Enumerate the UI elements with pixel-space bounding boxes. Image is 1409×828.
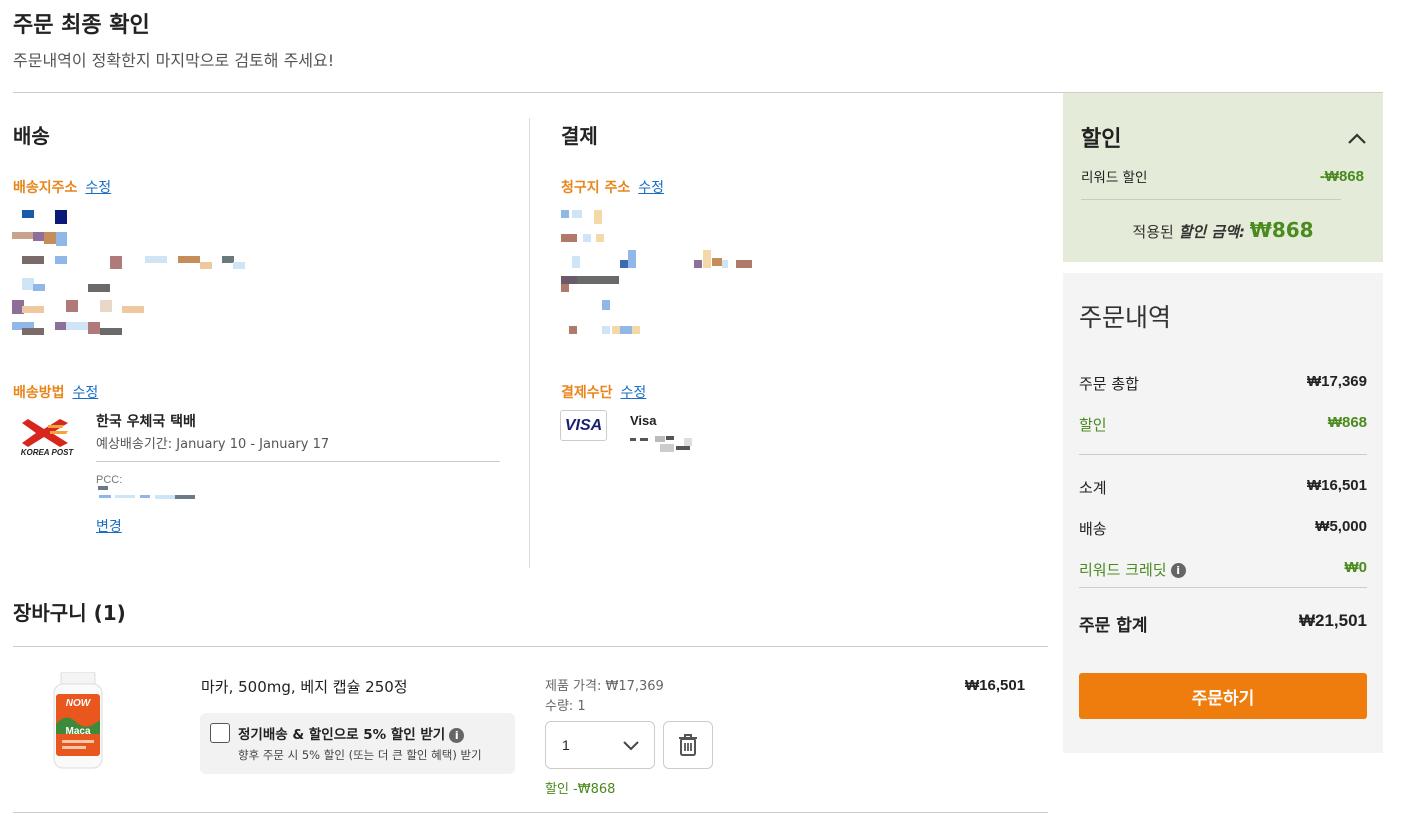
- autoship-label-row: 정기배송 & 할인으로 5% 할인 받기 i: [238, 723, 465, 743]
- edit-payment-method-link[interactable]: 수정: [621, 385, 647, 401]
- autoship-checkbox[interactable]: [210, 723, 230, 743]
- unit-price: 제품 가격: ₩17,369: [545, 679, 664, 694]
- reward-discount-label: 리워드 할인: [1081, 170, 1148, 186]
- cart-heading: 장바구니 (1): [13, 601, 126, 625]
- order-total-label: 주문 총합: [1079, 375, 1139, 393]
- info-icon[interactable]: i: [1170, 563, 1186, 578]
- column-divider: [529, 118, 530, 568]
- edit-shipping-method-link[interactable]: 수정: [73, 385, 99, 401]
- item-discount: 할인 -₩868: [545, 782, 616, 797]
- applied-amount: ₩868: [1249, 218, 1314, 242]
- payment-heading: 결제: [561, 124, 598, 148]
- summary-divider-2: [1079, 587, 1367, 588]
- reward-credit-row: 리워드 크레딧 i ₩0: [1079, 559, 1367, 580]
- summary-discount-value: ₩868: [1327, 414, 1367, 431]
- shipping-method-label: 배송방법 수정: [13, 382, 98, 402]
- grand-total-label: 주문 합계: [1079, 616, 1148, 636]
- quantity-label: 수량: 1: [545, 699, 586, 714]
- billing-address-label-text: 청구지 주소: [561, 180, 631, 196]
- summary-discount-row: 할인 ₩868: [1079, 414, 1367, 435]
- summary-divider-1: [1079, 454, 1367, 455]
- applied-label: 할인 금액:: [1178, 223, 1245, 241]
- summary-title: 주문내역: [1079, 303, 1172, 332]
- shipping-cost-label: 배송: [1079, 520, 1107, 538]
- autoship-description: 향후 주문 시 5% 할인 (또는 더 큰 할인 혜택) 받기: [238, 748, 482, 762]
- place-order-button[interactable]: 주문하기: [1079, 673, 1367, 719]
- product-name[interactable]: 마카, 500mg, 베지 캡슐 250정: [201, 676, 408, 697]
- order-summary-panel: 주문내역 주문 총합 ₩17,369 할인 ₩868 소계 ₩16,501 배송…: [1063, 273, 1383, 753]
- discount-title: 할인: [1081, 127, 1122, 152]
- page-subtitle: 주문내역이 정확한지 마지막으로 검토해 주세요!: [13, 51, 335, 70]
- discount-divider: [1081, 199, 1341, 200]
- shipping-cost-row: 배송 ₩5,000: [1079, 518, 1367, 539]
- chevron-down-icon: [623, 741, 639, 751]
- payment-method-label: 결제수단 수정: [561, 382, 646, 402]
- discount-panel: 할인 리워드 할인 -₩868 적용된 할인 금액: ₩868: [1063, 93, 1383, 262]
- cart-bottom-divider: [13, 812, 1048, 813]
- pcc-label: PCC:: [96, 474, 123, 486]
- shipping-heading: 배송: [13, 124, 50, 148]
- reward-discount-value: -₩868: [1319, 168, 1364, 185]
- remove-item-button[interactable]: [663, 721, 713, 769]
- applied-prefix: 적용된: [1132, 223, 1174, 241]
- edit-shipping-address-link[interactable]: 수정: [85, 180, 111, 196]
- shipping-cost-value: ₩5,000: [1315, 518, 1367, 535]
- korea-post-logo: KOREA POST: [21, 419, 75, 457]
- quantity-value: 1: [562, 737, 570, 753]
- subtotal-value: ₩16,501: [1306, 477, 1367, 494]
- order-total-value: ₩17,369: [1306, 373, 1367, 390]
- visa-card-icon: VISA: [560, 410, 607, 441]
- chevron-up-icon[interactable]: [1347, 131, 1367, 145]
- order-total-row: 주문 총합 ₩17,369: [1079, 373, 1367, 394]
- reward-credit-label-row: 리워드 크레딧 i: [1079, 559, 1186, 580]
- quantity-select[interactable]: 1: [545, 721, 655, 769]
- autoship-offer: 정기배송 & 할인으로 5% 할인 받기 i 향후 주문 시 5% 할인 (또는 …: [200, 713, 515, 774]
- product-image-brand: NOW: [66, 698, 92, 709]
- product-image[interactable]: NOW Maca: [52, 672, 104, 770]
- trash-icon: [679, 734, 697, 756]
- change-pcc-link[interactable]: 변경: [96, 516, 122, 536]
- shipping-address-label: 배송지주소 수정: [13, 177, 111, 197]
- autoship-label: 정기배송 & 할인으로 5% 할인 받기: [238, 727, 446, 743]
- carrier-name: 한국 우체국 택배: [96, 414, 196, 430]
- grand-total-row: 주문 합계 ₩21,501: [1079, 611, 1367, 636]
- edit-billing-address-link[interactable]: 수정: [638, 180, 664, 196]
- info-icon[interactable]: i: [449, 727, 465, 743]
- subtotal-label: 소계: [1079, 479, 1107, 497]
- cart-top-divider: [13, 646, 1048, 647]
- korea-post-logo-text: KOREA POST: [21, 448, 75, 457]
- line-total: ₩16,501: [965, 677, 1026, 694]
- subtotal-row: 소계 ₩16,501: [1079, 477, 1367, 498]
- applied-discount: 적용된 할인 금액: ₩868: [1063, 218, 1383, 242]
- product-image-name: Maca: [65, 726, 90, 737]
- billing-address-label: 청구지 주소 수정: [561, 177, 664, 197]
- payment-method-label-text: 결제수단: [561, 385, 613, 401]
- shipping-address-label-text: 배송지주소: [13, 180, 78, 196]
- shipping-method-divider: [96, 461, 500, 462]
- page-title: 주문 최종 확인: [13, 13, 150, 38]
- reward-credit-label: 리워드 크레딧: [1079, 561, 1167, 579]
- delivery-eta: 예상배송기간: January 10 - January 17: [96, 437, 330, 452]
- reward-credit-value: ₩0: [1344, 559, 1368, 576]
- shipping-method-label-text: 배송방법: [13, 385, 65, 401]
- grand-total-value: ₩21,501: [1298, 611, 1367, 630]
- card-name: Visa: [630, 413, 657, 428]
- summary-discount-label: 할인: [1079, 416, 1107, 434]
